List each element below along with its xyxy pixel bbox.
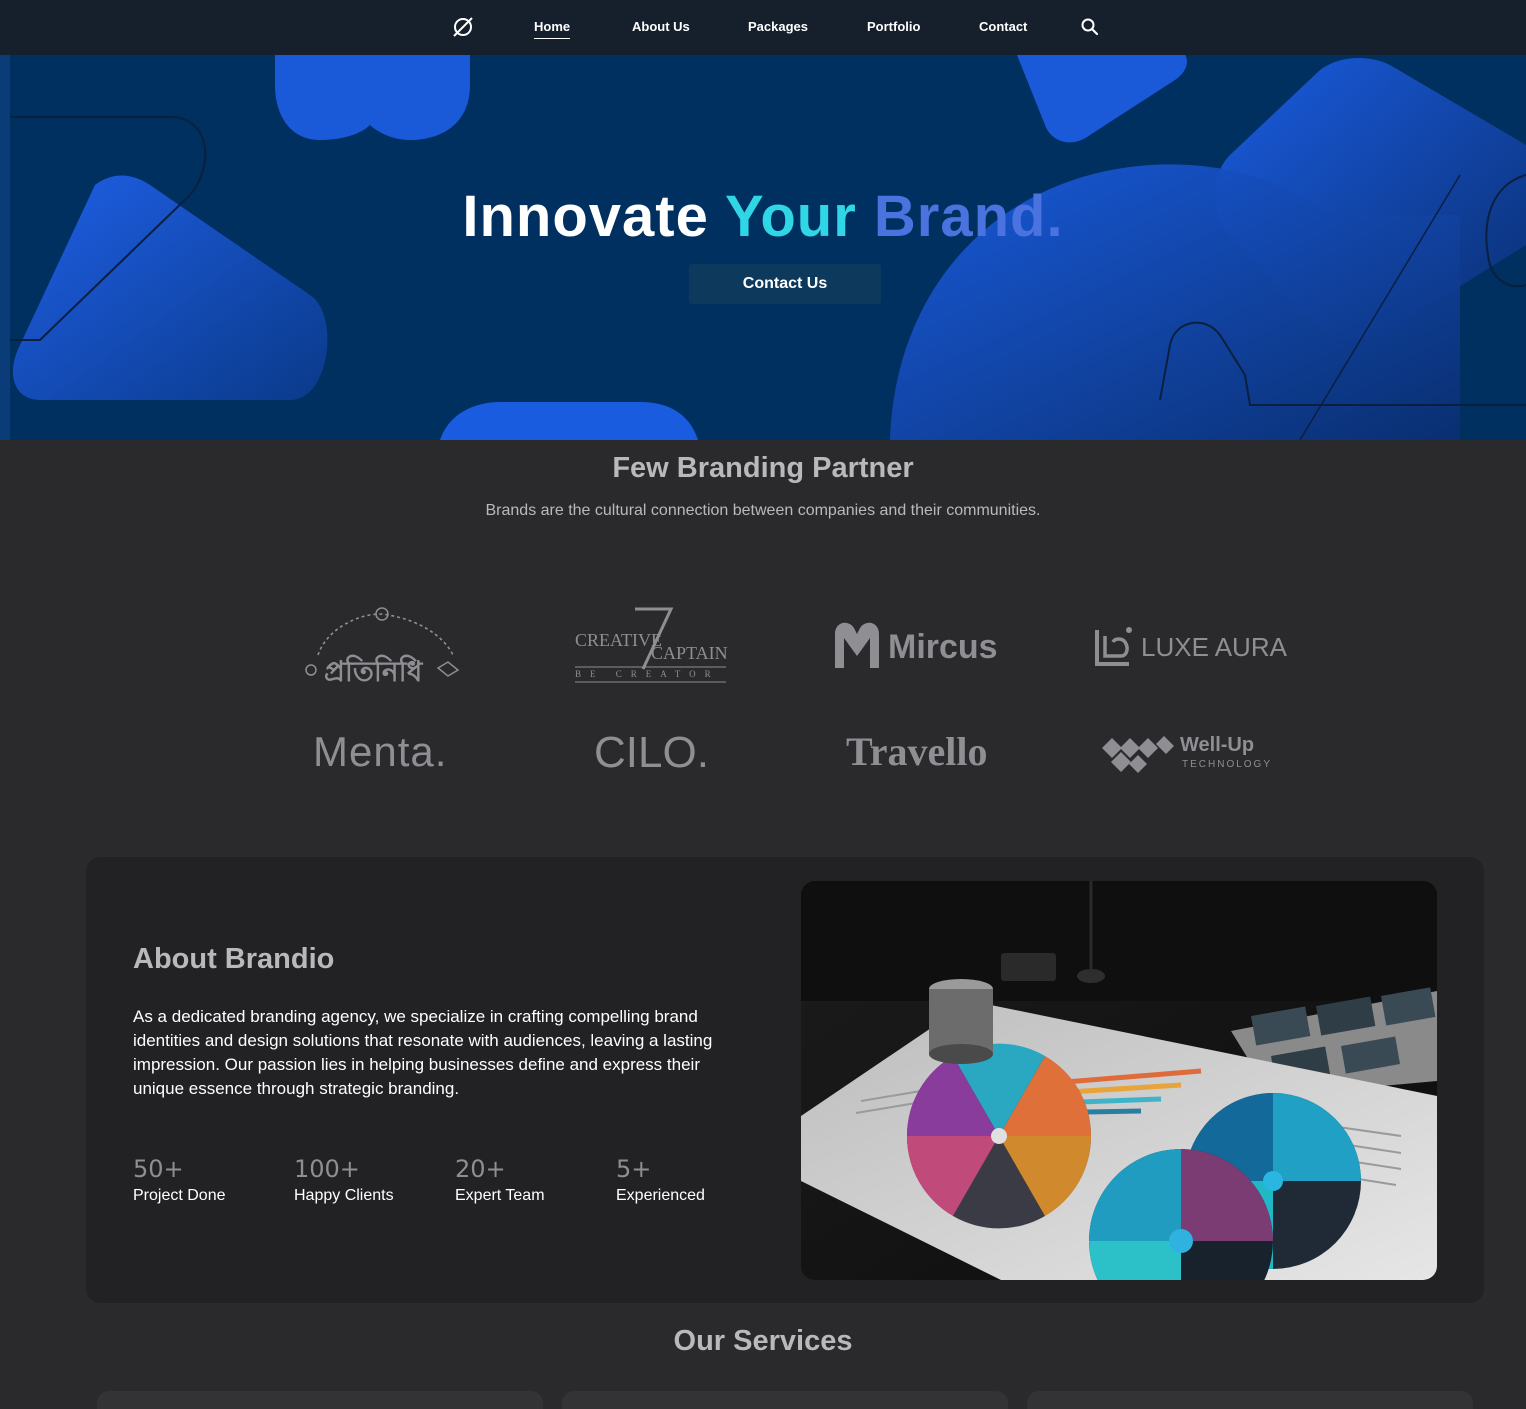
- creative-captain-line1: CREATIVE: [575, 630, 662, 650]
- search-icon[interactable]: [1080, 17, 1100, 37]
- stat-number: 5+: [616, 1155, 652, 1183]
- stat-label: Expert Team: [455, 1187, 545, 1204]
- hero-contact-us-button[interactable]: Contact Us: [689, 264, 881, 304]
- stat-label: Happy Clients: [294, 1187, 394, 1204]
- service-card-2[interactable]: [562, 1391, 1008, 1409]
- stat-number: 100+: [294, 1155, 360, 1183]
- mircus-m-icon: [835, 622, 879, 668]
- stat-number: 20+: [455, 1155, 506, 1183]
- services-title: Our Services: [673, 1325, 853, 1357]
- well-up-diamonds-icon: [1102, 736, 1174, 773]
- stat-team: 20+ Expert Team: [455, 1155, 545, 1205]
- stat-number: 50+: [133, 1155, 184, 1183]
- about-section-card: About Brandio As a dedicated branding ag…: [86, 857, 1484, 1303]
- partner-logo-menta: Menta.: [313, 728, 453, 780]
- nav-contact[interactable]: Contact: [979, 19, 1027, 34]
- stat-label: Project Done: [133, 1187, 226, 1204]
- creative-captain-tagline: BE CREATOR: [575, 669, 720, 679]
- stat-label: Experienced: [616, 1187, 705, 1204]
- service-card-1[interactable]: [97, 1391, 543, 1409]
- nav-portfolio[interactable]: Portfolio: [867, 19, 920, 34]
- service-card-3[interactable]: [1027, 1391, 1473, 1409]
- partner-logo-well-up: Well-Up TECHNOLOGY: [1100, 730, 1285, 780]
- luxe-aura-mark-icon: [1095, 627, 1132, 666]
- partner-logo-luxe-aura: LUXE AURA: [1093, 624, 1293, 670]
- hero-title: Innovate Your Brand.: [0, 183, 1526, 250]
- hero-title-word-1: Innovate: [462, 184, 709, 249]
- hero-title-word-2: Your: [724, 184, 857, 249]
- hero-title-word-3: Brand.: [873, 184, 1064, 249]
- travello-text: Travello: [846, 729, 988, 774]
- desk-photo-illustration: [801, 881, 1437, 1280]
- mircus-text: Mircus: [888, 628, 998, 666]
- top-navbar: Home About Us Packages Portfolio Contact: [0, 0, 1526, 55]
- partners-subtitle: Brands are the cultural connection betwe…: [485, 502, 1041, 519]
- about-title: About Brandio: [133, 943, 335, 975]
- menta-text: Menta.: [313, 728, 448, 775]
- stat-projects: 50+ Project Done: [133, 1155, 226, 1205]
- nav-packages[interactable]: Packages: [748, 19, 808, 34]
- hero-banner: Innovate Your Brand. Contact Us: [0, 55, 1526, 440]
- about-photo-color-wheels: [801, 881, 1437, 1280]
- about-description: As a dedicated branding agency, we speci…: [133, 1007, 713, 1098]
- partner-logo-mircus: Mircus: [832, 620, 1012, 676]
- stat-experience: 5+ Experienced: [616, 1155, 705, 1205]
- partner-logo-travello: Travello: [846, 728, 996, 780]
- partner-logo-protinidhi: প্রতিনিধি: [298, 600, 463, 690]
- nav-about-us[interactable]: About Us: [632, 19, 690, 34]
- luxe-aura-text: LUXE AURA: [1141, 632, 1287, 662]
- protinidhi-text: প্রতিনিধি: [324, 656, 423, 687]
- partner-logo-cilo: CILO.: [594, 728, 714, 780]
- partner-logo-creative-captain: CREATIVE CAPTAIN BE CREATOR: [573, 605, 728, 685]
- well-up-tagline: TECHNOLOGY: [1182, 759, 1273, 770]
- empty-set-logo-icon[interactable]: [450, 14, 476, 40]
- nav-home[interactable]: Home: [534, 19, 571, 39]
- cilo-text: CILO.: [594, 728, 709, 777]
- stat-clients: 100+ Happy Clients: [294, 1155, 394, 1205]
- well-up-text: Well-Up: [1180, 734, 1255, 756]
- partners-title: Few Branding Partner: [612, 452, 914, 484]
- creative-captain-line2: CAPTAIN: [651, 643, 728, 663]
